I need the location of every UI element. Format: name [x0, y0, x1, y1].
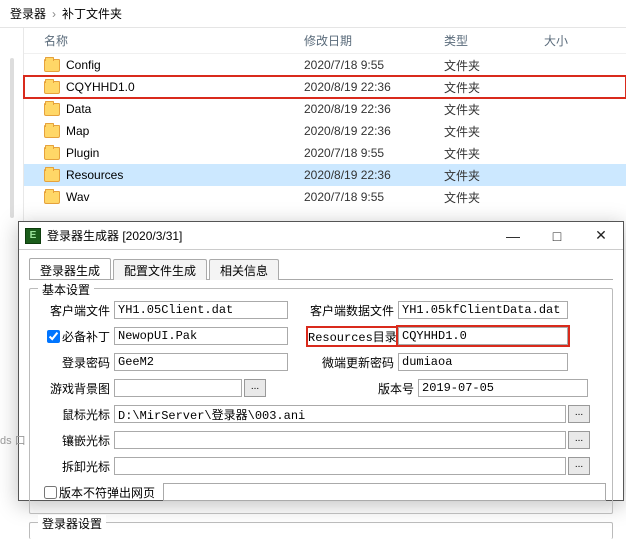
file-modified: 2020/8/19 22:36: [304, 80, 444, 94]
file-type: 文件夹: [444, 101, 544, 118]
input-patch[interactable]: [114, 327, 288, 345]
left-bleed-text: ds 口: [0, 435, 26, 448]
col-name[interactable]: 名称: [44, 32, 304, 49]
label-patch[interactable]: 必备补丁: [36, 328, 114, 345]
folder-icon: [44, 147, 60, 160]
input-unload-cursor[interactable]: [114, 457, 566, 475]
file-row[interactable]: Map2020/8/19 22:36文件夹: [24, 120, 626, 142]
file-name: Wav: [66, 190, 304, 204]
file-name: Plugin: [66, 146, 304, 160]
file-name: Resources: [66, 168, 304, 182]
generator-dialog: E 登录器生成器 [2020/3/31] — □ ✕ 登录器生成 配置文件生成 …: [18, 221, 624, 501]
group-legend: 基本设置: [38, 281, 94, 298]
input-cursor[interactable]: [114, 405, 566, 423]
maximize-button[interactable]: □: [535, 222, 579, 249]
file-modified: 2020/7/18 9:55: [304, 58, 444, 72]
label-login-pwd: 登录密码: [36, 354, 114, 371]
app-icon: E: [25, 228, 41, 244]
tab-bar: 登录器生成 配置文件生成 相关信息: [29, 258, 613, 280]
label-cursor: 鼠标光标: [36, 406, 114, 423]
input-resources-dir[interactable]: [398, 327, 568, 345]
group-login: 登录器设置: [29, 522, 613, 539]
tab-config-gen[interactable]: 配置文件生成: [113, 259, 207, 280]
folder-icon: [44, 59, 60, 72]
folder-icon: [44, 169, 60, 182]
file-row[interactable]: Wav2020/7/18 9:55文件夹: [24, 186, 626, 208]
folder-icon: [44, 125, 60, 138]
file-type: 文件夹: [444, 57, 544, 74]
file-explorer: 名称 修改日期 类型 大小 Config2020/7/18 9:55文件夹CQY…: [0, 28, 626, 234]
file-type: 文件夹: [444, 189, 544, 206]
close-button[interactable]: ✕: [579, 222, 623, 249]
breadcrumb-part: 登录器: [8, 5, 48, 22]
checkbox-patch[interactable]: [47, 330, 60, 343]
file-list-header: 名称 修改日期 类型 大小: [24, 28, 626, 54]
col-type[interactable]: 类型: [444, 32, 544, 49]
file-modified: 2020/8/19 22:36: [304, 168, 444, 182]
file-name: Data: [66, 102, 304, 116]
label-version: 版本号: [328, 380, 418, 397]
col-modified[interactable]: 修改日期: [304, 32, 444, 49]
file-name: Config: [66, 58, 304, 72]
tab-login-gen[interactable]: 登录器生成: [29, 258, 111, 279]
tree-pane: [0, 28, 24, 234]
label-embed-cursor: 镶嵌光标: [36, 432, 114, 449]
breadcrumb-part: 补丁文件夹: [60, 5, 124, 22]
label-unload-cursor: 拆卸光标: [36, 458, 114, 475]
col-size[interactable]: 大小: [544, 32, 604, 49]
folder-icon: [44, 103, 60, 116]
titlebar[interactable]: E 登录器生成器 [2020/3/31] — □ ✕: [19, 222, 623, 250]
file-modified: 2020/8/19 22:36: [304, 124, 444, 138]
file-row[interactable]: Config2020/7/18 9:55文件夹: [24, 54, 626, 76]
file-row[interactable]: CQYHHD1.02020/8/19 22:36文件夹: [24, 76, 626, 98]
label-client-data-file: 客户端数据文件: [308, 302, 398, 319]
file-name: Map: [66, 124, 304, 138]
file-modified: 2020/8/19 22:36: [304, 102, 444, 116]
input-client-file[interactable]: [114, 301, 288, 319]
file-modified: 2020/7/18 9:55: [304, 146, 444, 160]
browse-cursor-button[interactable]: ...: [568, 405, 590, 423]
group-basic: 基本设置 客户端文件 客户端数据文件 必备补丁 Resources目录 登: [29, 288, 613, 514]
label-client-file: 客户端文件: [36, 302, 114, 319]
input-version[interactable]: [418, 379, 588, 397]
tab-about[interactable]: 相关信息: [209, 259, 279, 280]
label-popup[interactable]: 版本不符弹出网页: [44, 484, 159, 501]
input-client-data-file[interactable]: [398, 301, 568, 319]
input-login-pwd[interactable]: [114, 353, 288, 371]
file-type: 文件夹: [444, 123, 544, 140]
group-legend-2: 登录器设置: [38, 515, 106, 532]
file-type: 文件夹: [444, 167, 544, 184]
file-name: CQYHHD1.0: [66, 80, 304, 94]
folder-icon: [44, 191, 60, 204]
browse-bg-button[interactable]: ...: [244, 379, 266, 397]
browse-embed-button[interactable]: ...: [568, 431, 590, 449]
input-bg-img[interactable]: [114, 379, 242, 397]
tree-scrollbar[interactable]: [10, 58, 14, 218]
input-popup[interactable]: [163, 483, 606, 501]
label-resources-dir: Resources目录: [308, 328, 398, 345]
file-type: 文件夹: [444, 79, 544, 96]
file-row[interactable]: Data2020/8/19 22:36文件夹: [24, 98, 626, 120]
input-embed-cursor[interactable]: [114, 431, 566, 449]
browse-unload-button[interactable]: ...: [568, 457, 590, 475]
input-update-pwd[interactable]: [398, 353, 568, 371]
file-row[interactable]: Resources2020/8/19 22:36文件夹: [24, 164, 626, 186]
breadcrumb-sep: ›: [48, 7, 60, 21]
breadcrumb[interactable]: 登录器 › 补丁文件夹: [0, 0, 626, 28]
window-title: 登录器生成器 [2020/3/31]: [41, 227, 491, 244]
checkbox-popup[interactable]: [44, 486, 57, 499]
file-modified: 2020/7/18 9:55: [304, 190, 444, 204]
label-bg-img: 游戏背景图: [36, 380, 114, 397]
file-type: 文件夹: [444, 145, 544, 162]
minimize-button[interactable]: —: [491, 222, 535, 249]
file-row[interactable]: Plugin2020/7/18 9:55文件夹: [24, 142, 626, 164]
label-update-pwd: 微端更新密码: [308, 354, 398, 371]
folder-icon: [44, 81, 60, 94]
